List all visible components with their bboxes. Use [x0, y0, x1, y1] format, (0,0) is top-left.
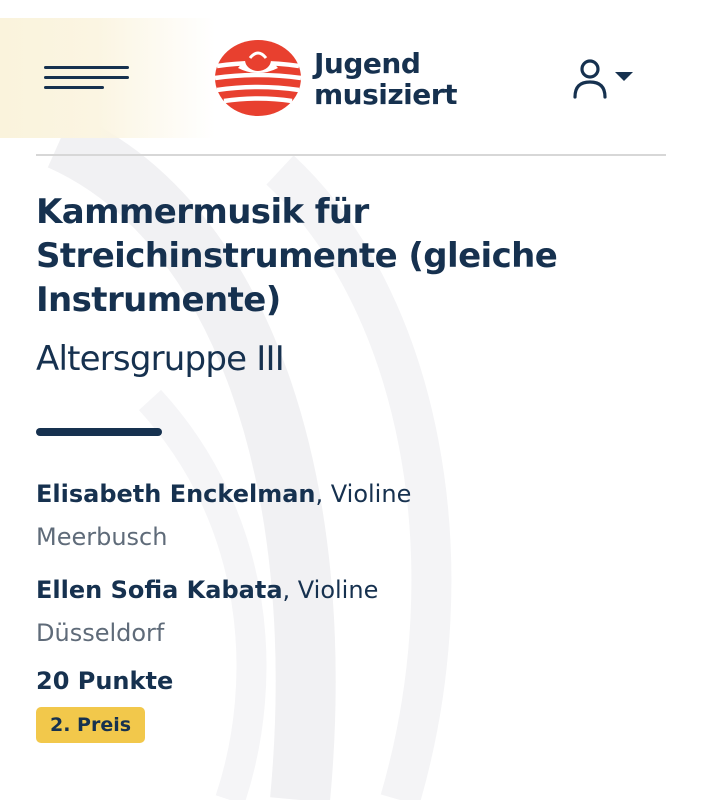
caret-down-icon: [615, 72, 633, 81]
menu-line-bottom: [44, 86, 104, 89]
participant-entry: Elisabeth Enckelman, Violine Meerbusch: [36, 478, 676, 553]
menu-line-middle: [44, 76, 129, 79]
participant-entry: Ellen Sofia Kabata, Violine Düsseldorf: [36, 574, 676, 649]
result-details: Kammermusik für Streichinstrumente (glei…: [36, 190, 676, 743]
participant-instrument: , Violine: [315, 480, 412, 508]
menu-line-top: [44, 66, 129, 69]
app-header: Jugend musiziert: [0, 0, 703, 150]
participant-city: Düsseldorf: [36, 619, 165, 647]
participant-name-line: Elisabeth Enckelman, Violine: [36, 478, 676, 510]
account-menu-button[interactable]: [568, 56, 638, 100]
header-divider: [36, 154, 666, 156]
participant-name-line: Ellen Sofia Kabata, Violine: [36, 574, 676, 606]
logo-line-jugend: Jugend: [314, 47, 421, 80]
prize-badge: 2. Preis: [36, 707, 146, 743]
logo-mark-icon: [214, 40, 302, 116]
participant-name: Elisabeth Enckelman: [36, 480, 316, 508]
points-score: 20 Punkte: [36, 667, 174, 695]
logo-line-musiziert: musiziert: [314, 78, 457, 111]
title-accent-bar: [36, 428, 162, 436]
participant-city: Meerbusch: [36, 523, 168, 551]
logo-wordmark: Jugend musiziert: [314, 48, 457, 110]
age-group-label: Altersgruppe III: [36, 339, 285, 379]
participant-instrument: , Violine: [282, 576, 379, 604]
user-icon: [573, 59, 633, 99]
participant-name: Ellen Sofia Kabata: [36, 576, 283, 604]
hamburger-menu-icon[interactable]: [40, 58, 132, 98]
competition-category-title: Kammermusik für Streichinstrumente (glei…: [36, 192, 558, 320]
jugend-musiziert-logo[interactable]: Jugend musiziert: [214, 38, 457, 118]
